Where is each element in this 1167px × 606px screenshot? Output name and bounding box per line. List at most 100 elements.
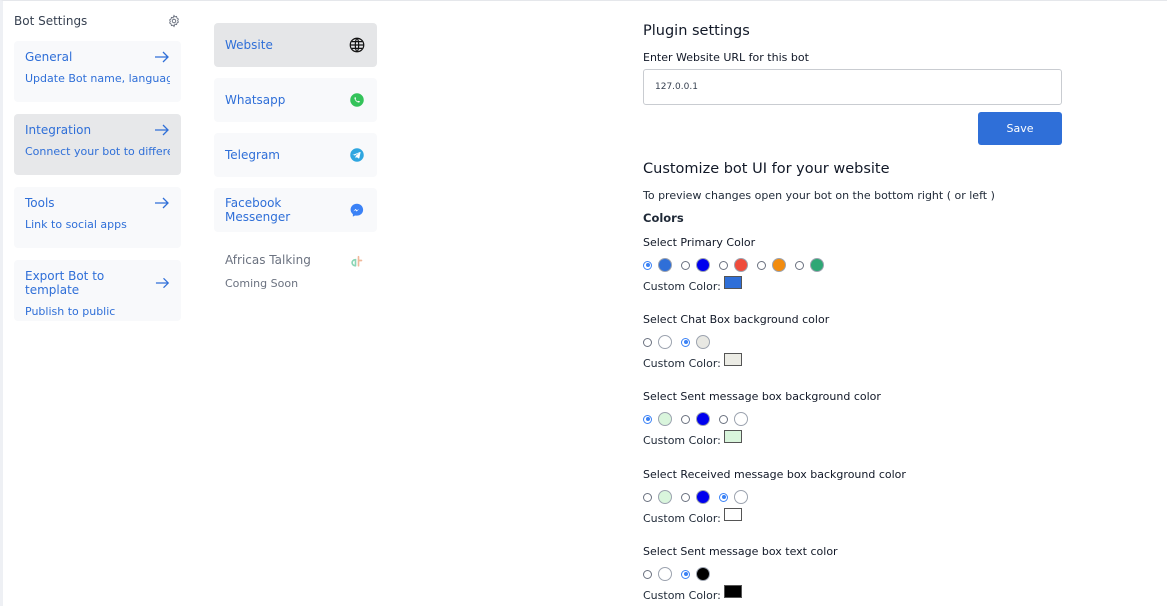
coming-soon-label: Coming Soon: [225, 277, 299, 290]
chat-box-bg-group: Select Chat Box background color Custom …: [643, 313, 829, 370]
custom-color-picker[interactable]: [723, 430, 742, 443]
color-option[interactable]: [681, 490, 710, 504]
custom-color-label: Custom Color:: [643, 357, 721, 370]
color-option[interactable]: [757, 258, 786, 272]
integration-facebook-messenger[interactable]: Facebook Messenger: [214, 188, 377, 232]
sidebar-item-integration[interactable]: Integration Connect your bot to differen…: [14, 114, 181, 175]
color-swatch: [772, 258, 786, 272]
custom-color-row: Custom Color:: [643, 276, 833, 293]
sidebar-item-title: Export Bot to template: [25, 269, 105, 297]
integration-website[interactable]: Website: [214, 23, 377, 67]
arrow-right-icon: [155, 124, 169, 136]
gear-icon[interactable]: [167, 14, 181, 28]
color-swatch: [658, 567, 672, 581]
color-options: [643, 566, 838, 582]
color-option[interactable]: [643, 258, 672, 272]
color-swatch: [658, 258, 672, 272]
color-swatch: [658, 412, 672, 426]
sidebar-item-tools[interactable]: Tools Link to social apps: [14, 187, 181, 248]
color-radio[interactable]: [643, 260, 652, 270]
custom-color-label: Custom Color:: [643, 589, 721, 602]
color-radio[interactable]: [757, 260, 766, 270]
custom-color-picker[interactable]: [723, 585, 742, 598]
plugin-settings-panel: Plugin settings Enter Website URL for th…: [643, 23, 1063, 602]
color-swatch: [734, 258, 748, 272]
color-option[interactable]: [643, 490, 672, 504]
sidebar-item-subtitle: Publish to public: [25, 305, 116, 318]
url-label: Enter Website URL for this bot: [643, 51, 809, 64]
sidebar-item-export-bot[interactable]: Export Bot to template Publish to public: [14, 260, 181, 321]
sidebar-item-subtitle: Connect your bot to different: [25, 145, 170, 158]
color-group-label: Select Received message box background c…: [643, 468, 906, 481]
colors-heading: Colors: [643, 211, 684, 225]
received-message-bg-group: Select Received message box background c…: [643, 468, 906, 525]
color-radio[interactable]: [643, 492, 652, 502]
custom-color-row: Custom Color:: [643, 585, 838, 602]
color-radio[interactable]: [681, 492, 690, 502]
color-swatch: [696, 335, 710, 349]
color-radio[interactable]: [681, 569, 690, 579]
color-options: [643, 334, 829, 350]
color-group-label: Select Sent message box background color: [643, 390, 881, 403]
custom-color-label: Custom Color:: [643, 512, 721, 525]
color-option[interactable]: [643, 412, 672, 426]
integration-africas-talking: Africas Talking Coming Soon: [214, 243, 377, 303]
app-window: Bot Settings General Update Bot name, la…: [0, 0, 1167, 606]
color-radio[interactable]: [681, 260, 690, 270]
sidebar-item-general[interactable]: General Update Bot name, language, e: [14, 41, 181, 102]
color-swatch: [658, 490, 672, 504]
integration-list: Website Whatsapp Telegram Facebook Messe…: [214, 23, 377, 314]
integration-label: Facebook Messenger: [225, 196, 291, 224]
color-radio[interactable]: [681, 337, 690, 347]
website-url-input[interactable]: [643, 69, 1062, 105]
custom-color-row: Custom Color:: [643, 508, 906, 525]
color-option[interactable]: [643, 335, 672, 349]
custom-color-label: Custom Color:: [643, 280, 721, 293]
integration-label: Telegram: [225, 148, 280, 162]
color-swatch: [696, 412, 710, 426]
color-option[interactable]: [795, 258, 824, 272]
color-option[interactable]: [681, 335, 710, 349]
color-option[interactable]: [719, 490, 748, 504]
whatsapp-icon: [350, 93, 364, 107]
color-option[interactable]: [681, 412, 710, 426]
color-group-label: Select Chat Box background color: [643, 313, 830, 326]
sidebar-item-subtitle: Update Bot name, language, e: [25, 72, 170, 85]
integration-telegram[interactable]: Telegram: [214, 133, 377, 177]
integration-label: Africas Talking: [225, 253, 311, 267]
integration-whatsapp[interactable]: Whatsapp: [214, 78, 377, 122]
color-option[interactable]: [719, 412, 748, 426]
color-swatch: [734, 412, 748, 426]
arrow-right-icon: [155, 197, 169, 209]
integration-label: Website: [225, 38, 273, 52]
color-group-label: Select Primary Color: [643, 236, 756, 249]
color-radio[interactable]: [643, 569, 652, 579]
color-option[interactable]: [681, 567, 710, 581]
color-swatch: [696, 258, 710, 272]
color-swatch: [810, 258, 824, 272]
color-radio[interactable]: [795, 260, 804, 270]
color-swatch: [734, 490, 748, 504]
color-radio[interactable]: [719, 414, 728, 424]
globe-icon: [349, 37, 365, 53]
africas-talking-icon: [351, 255, 363, 267]
sidebar-header: Bot Settings: [14, 1, 181, 41]
custom-color-row: Custom Color:: [643, 430, 881, 447]
preview-hint: To preview changes open your bot on the …: [643, 189, 995, 202]
color-radio[interactable]: [643, 337, 652, 347]
sent-message-bg-group: Select Sent message box background color…: [643, 390, 881, 447]
color-swatch: [658, 335, 672, 349]
sidebar-item-title: General: [25, 50, 73, 64]
save-button[interactable]: Save: [978, 112, 1062, 145]
custom-color-picker[interactable]: [723, 276, 742, 289]
color-option[interactable]: [681, 258, 710, 272]
sidebar-item-title: Tools: [25, 196, 55, 210]
color-option[interactable]: [719, 258, 748, 272]
color-radio[interactable]: [719, 260, 728, 270]
color-option[interactable]: [643, 567, 672, 581]
custom-color-picker[interactable]: [723, 353, 742, 366]
color-radio[interactable]: [719, 492, 728, 502]
custom-color-picker[interactable]: [723, 508, 742, 521]
color-radio[interactable]: [681, 414, 690, 424]
color-radio[interactable]: [643, 414, 652, 424]
